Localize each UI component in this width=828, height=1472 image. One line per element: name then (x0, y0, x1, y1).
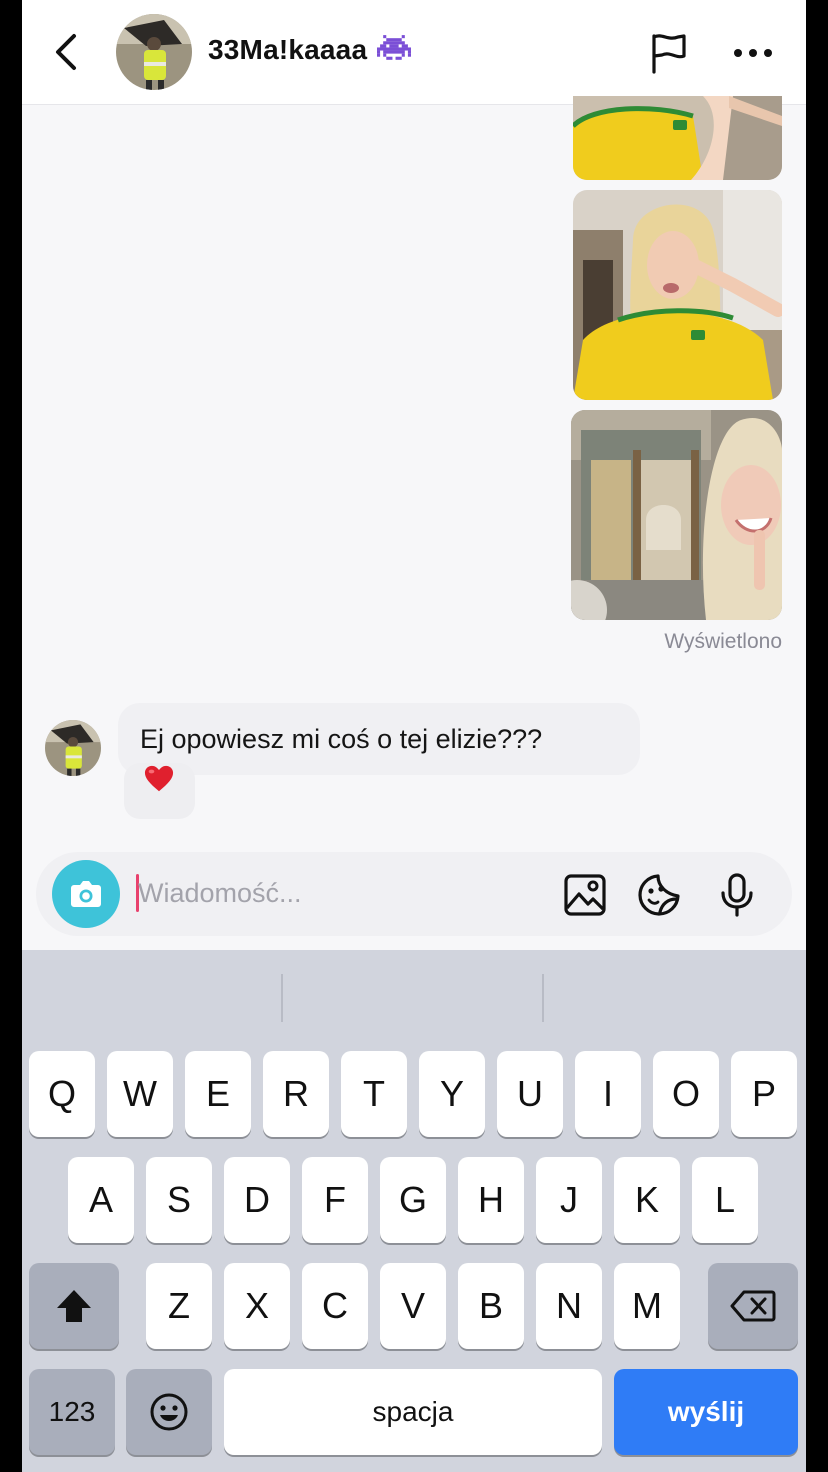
key-r[interactable]: R (263, 1051, 329, 1137)
message-reaction[interactable] (124, 763, 195, 819)
key-e[interactable]: E (185, 1051, 251, 1137)
key-z[interactable]: Z (146, 1263, 212, 1349)
backspace-key[interactable] (708, 1263, 798, 1349)
key-j[interactable]: J (536, 1157, 602, 1243)
message-text: Ej opowiesz mi coś o tej elizie??? (140, 724, 543, 754)
key-n[interactable]: N (536, 1263, 602, 1349)
chat-username[interactable]: 33Ma!kaaaa (208, 34, 412, 66)
flag-icon[interactable] (648, 32, 688, 74)
key-g[interactable]: G (380, 1157, 446, 1243)
key-u[interactable]: U (497, 1051, 563, 1137)
backspace-icon (730, 1290, 776, 1322)
key-h[interactable]: H (458, 1157, 524, 1243)
camera-icon (71, 881, 101, 907)
key-m[interactable]: M (614, 1263, 680, 1349)
alien-monster-icon (377, 35, 412, 60)
shift-icon (57, 1290, 91, 1322)
key-k[interactable]: K (614, 1157, 680, 1243)
sticker-icon[interactable] (636, 872, 682, 918)
key-a[interactable]: A (68, 1157, 134, 1243)
avatar[interactable] (116, 14, 192, 90)
key-o[interactable]: O (653, 1051, 719, 1137)
more-horizontal-icon[interactable] (732, 40, 774, 66)
key-x[interactable]: X (224, 1263, 290, 1349)
key-q[interactable]: Q (29, 1051, 95, 1137)
key-s[interactable]: S (146, 1157, 212, 1243)
key-y[interactable]: Y (419, 1051, 485, 1137)
on-screen-keyboard: Q W E R T Y U I O P A S D F G H J K L Z … (22, 950, 806, 1472)
image-icon[interactable] (562, 872, 608, 918)
sent-video-thumbnail[interactable] (573, 96, 782, 180)
key-i[interactable]: I (575, 1051, 641, 1137)
camera-button[interactable] (52, 860, 120, 928)
numbers-key[interactable]: 123 (29, 1369, 115, 1455)
username-text: 33Ma!kaaaa (208, 34, 368, 65)
key-l[interactable]: L (692, 1157, 758, 1243)
message-composer (36, 852, 792, 936)
sent-video-thumbnail[interactable] (571, 410, 782, 620)
sent-video-thumbnail[interactable] (573, 190, 782, 400)
key-f[interactable]: F (302, 1157, 368, 1243)
avatar[interactable] (45, 720, 101, 776)
suggestion-divider (281, 974, 283, 1022)
heart-icon (144, 765, 174, 792)
key-w[interactable]: W (107, 1051, 173, 1137)
key-d[interactable]: D (224, 1157, 290, 1243)
microphone-icon[interactable] (714, 872, 760, 918)
key-c[interactable]: C (302, 1263, 368, 1349)
key-p[interactable]: P (731, 1051, 797, 1137)
send-key[interactable]: wyślij (614, 1369, 798, 1455)
smiley-icon (150, 1393, 188, 1431)
key-b[interactable]: B (458, 1263, 524, 1349)
seen-status: Wyświetlono (664, 630, 782, 653)
suggestion-divider (542, 974, 544, 1022)
emoji-key[interactable] (126, 1369, 212, 1455)
space-key[interactable]: spacja (224, 1369, 602, 1455)
chevron-left-icon[interactable] (48, 32, 84, 72)
key-t[interactable]: T (341, 1051, 407, 1137)
key-v[interactable]: V (380, 1263, 446, 1349)
chat-screen: 33Ma!kaaaa Wyświetlono Ej opowiesz mi co… (22, 0, 806, 1472)
shift-key[interactable] (29, 1263, 119, 1349)
message-input[interactable] (138, 870, 438, 916)
incoming-message-bubble[interactable]: Ej opowiesz mi coś o tej elizie??? (118, 703, 640, 775)
chat-header: 33Ma!kaaaa (22, 0, 806, 105)
